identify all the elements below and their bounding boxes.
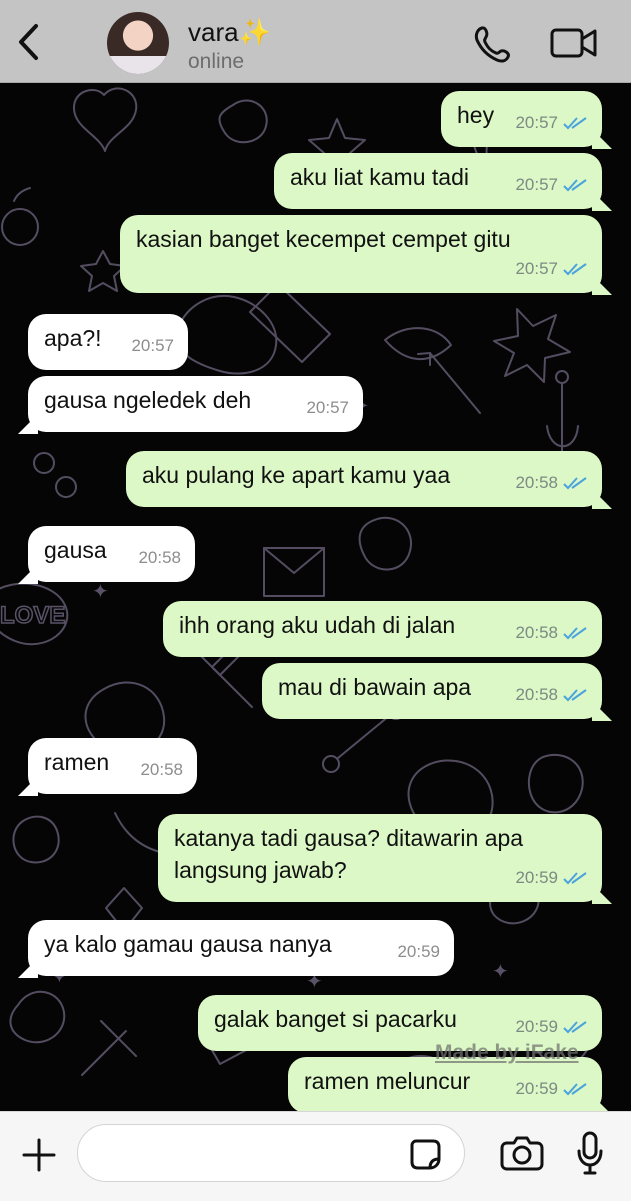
message-time: 20:57 xyxy=(515,113,558,132)
sparkles-icon: ✨ xyxy=(238,17,271,47)
message-text: galak banget si pacarku xyxy=(214,1006,457,1032)
message-bubble-outgoing[interactable]: aku liat kamu tadi 20:57 xyxy=(274,153,602,209)
message-meta: 20:57 xyxy=(515,107,588,139)
message-time: 20:58 xyxy=(515,685,558,704)
message-bubble-incoming[interactable]: gausa 20:58 xyxy=(28,526,195,582)
read-receipt-icon xyxy=(562,178,588,192)
message-time: 20:59 xyxy=(515,868,558,887)
message-composer xyxy=(0,1111,631,1201)
message-meta: 20:59 xyxy=(515,1011,588,1043)
sticker-icon[interactable] xyxy=(408,1137,442,1176)
plus-icon[interactable] xyxy=(20,1136,58,1179)
message-text: ihh orang aku udah di jalan xyxy=(179,612,456,638)
message-text: kasian banget kecempet cempet gitu xyxy=(136,226,511,252)
message-text: ramen xyxy=(44,749,110,775)
message-text: aku pulang ke apart kamu yaa xyxy=(142,462,451,488)
message-time: 20:58 xyxy=(138,548,181,567)
message-bubble-incoming[interactable]: ya kalo gamau gausa nanya 20:59 xyxy=(28,920,454,976)
contact-status: online xyxy=(188,50,245,73)
message-text: mau di bawain apa xyxy=(278,674,472,700)
message-meta: 20:58 xyxy=(140,754,183,786)
message-text: ya kalo gamau gausa nanya xyxy=(44,931,332,957)
message-bubble-outgoing[interactable]: katanya tadi gausa? ditawarin apa langsu… xyxy=(158,814,602,902)
chevron-left-icon[interactable] xyxy=(12,22,44,62)
read-receipt-icon xyxy=(562,1082,588,1096)
phone-icon[interactable] xyxy=(473,24,513,69)
microphone-icon[interactable] xyxy=(575,1131,605,1180)
message-time: 20:58 xyxy=(515,473,558,492)
read-receipt-icon xyxy=(562,116,588,130)
message-time: 20:58 xyxy=(515,623,558,642)
message-meta: 20:59 xyxy=(397,936,440,968)
message-bubble-incoming[interactable]: ramen 20:58 xyxy=(28,738,197,794)
message-meta: 20:58 xyxy=(515,679,588,711)
svg-text:✦: ✦ xyxy=(92,579,109,603)
contact-name-row[interactable]: vara✨ xyxy=(188,17,271,48)
avatar[interactable] xyxy=(107,12,169,74)
message-bubble-outgoing[interactable]: ihh orang aku udah di jalan 20:58 xyxy=(163,601,602,657)
message-time: 20:59 xyxy=(515,1017,558,1036)
message-time: 20:57 xyxy=(306,398,349,417)
message-time: 20:59 xyxy=(397,942,440,961)
message-meta: 20:57 xyxy=(306,392,349,424)
read-receipt-icon xyxy=(562,476,588,490)
watermark: Made by iFake xyxy=(435,1041,579,1064)
read-receipt-icon xyxy=(562,871,588,885)
contact-name: vara xyxy=(188,17,239,47)
message-meta: 20:57 xyxy=(515,169,588,201)
message-bubble-outgoing[interactable]: hey 20:57 xyxy=(441,91,602,147)
video-call-icon[interactable] xyxy=(549,26,599,65)
message-time: 20:59 xyxy=(515,1079,558,1098)
message-time: 20:57 xyxy=(131,336,174,355)
message-text: katanya tadi gausa? ditawarin apa langsu… xyxy=(174,825,524,883)
read-receipt-icon xyxy=(562,262,588,276)
message-bubble-outgoing[interactable]: ramen meluncur 20:59 xyxy=(288,1057,602,1111)
message-text: apa?! xyxy=(44,325,102,351)
message-text: gausa ngeledek deh xyxy=(44,387,252,413)
message-meta: 20:59 xyxy=(515,1073,588,1105)
message-meta: 20:58 xyxy=(515,617,588,649)
message-bubble-outgoing[interactable]: kasian banget kecempet cempet gitu 20:57 xyxy=(120,215,602,293)
chat-thread[interactable]: LOVE ✦ ✦ ✦ ✦ ✦ ✦ ✦ ✦ hey 20:57 aku liat … xyxy=(0,83,631,1111)
message-bubble-incoming[interactable]: apa?! 20:57 xyxy=(28,314,188,370)
message-bubble-outgoing[interactable]: aku pulang ke apart kamu yaa 20:58 xyxy=(126,451,602,507)
message-meta: 20:58 xyxy=(138,542,181,574)
svg-text:✦: ✦ xyxy=(492,959,509,983)
message-text: ramen meluncur xyxy=(304,1068,471,1094)
message-bubble-incoming[interactable]: gausa ngeledek deh 20:57 xyxy=(28,376,363,432)
read-receipt-icon xyxy=(562,1020,588,1034)
message-meta: 20:57 xyxy=(131,330,174,362)
message-meta: 20:58 xyxy=(515,467,588,499)
camera-icon[interactable] xyxy=(500,1133,544,1176)
message-time: 20:58 xyxy=(140,760,183,779)
svg-text:LOVE: LOVE xyxy=(0,602,65,629)
message-time: 20:57 xyxy=(515,259,558,278)
message-meta: 20:57 xyxy=(515,253,588,285)
message-bubble-outgoing[interactable]: mau di bawain apa 20:58 xyxy=(262,663,602,719)
message-text: gausa xyxy=(44,537,107,563)
chat-header: vara✨ online xyxy=(0,0,631,83)
message-time: 20:57 xyxy=(515,175,558,194)
message-text: aku liat kamu tadi xyxy=(290,164,469,190)
message-text: hey xyxy=(457,102,495,128)
message-input[interactable] xyxy=(77,1124,465,1182)
read-receipt-icon xyxy=(562,688,588,702)
read-receipt-icon xyxy=(562,626,588,640)
message-meta: 20:59 xyxy=(515,862,588,894)
